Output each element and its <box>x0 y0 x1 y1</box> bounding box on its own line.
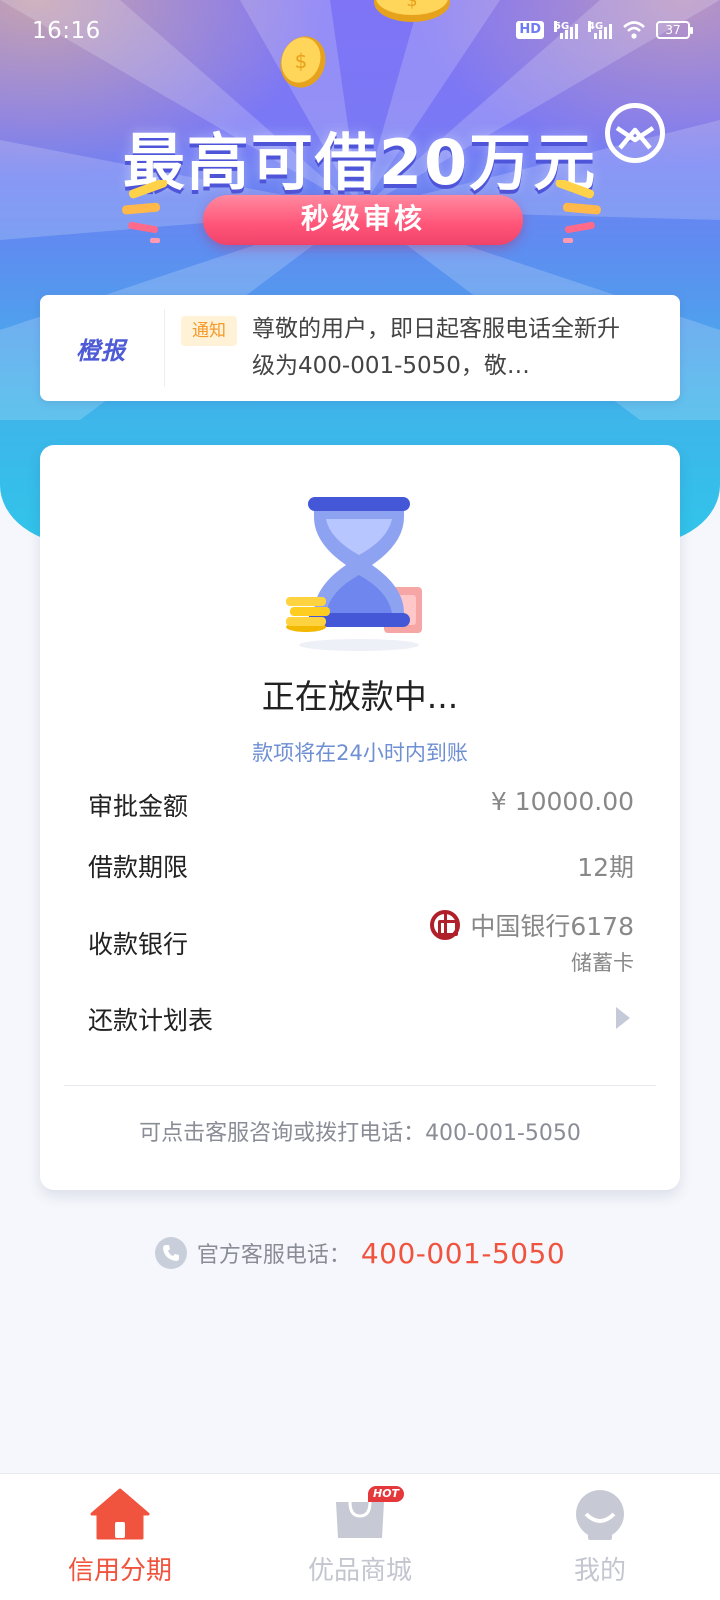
bottom-nav: 信用分期 HOT 优品商城 我的 <box>0 1473 720 1600</box>
nav-premium-mall[interactable]: HOT 优品商城 <box>240 1474 480 1600</box>
svg-text:$: $ <box>406 0 417 11</box>
bank-of-china-icon <box>430 910 461 940</box>
chevron-right-icon <box>616 1007 630 1029</box>
approved-amount-value: ¥ 10000.00 <box>490 787 634 816</box>
approved-amount-row: 审批金额 ¥ 10000.00 <box>88 787 634 827</box>
notice-divider <box>164 309 165 387</box>
signal-4g-icon: 4G <box>588 21 612 39</box>
loan-status-subtitle: 款项将在24小时内到账 <box>252 741 468 765</box>
card-divider <box>64 1085 656 1086</box>
coin-icon: $ <box>280 36 326 88</box>
loan-term-label: 借款期限 <box>88 853 189 882</box>
receiving-bank-row: 收款银行 中国银行6178 储蓄卡 <box>88 907 634 987</box>
home-icon <box>90 1488 150 1540</box>
notice-banner[interactable]: 橙报 通知 尊敬的用户，即日起客服电话全新升级为400-001-5050，敬… <box>40 295 680 401</box>
repayment-plan-label: 还款计划表 <box>88 1006 214 1035</box>
receiving-bank-label: 收款银行 <box>88 930 189 959</box>
profile-icon <box>576 1490 624 1540</box>
hourglass-icon <box>286 497 422 651</box>
nav-my-profile[interactable]: 我的 <box>480 1474 720 1600</box>
hot-badge: HOT <box>368 1486 405 1502</box>
hotline-number[interactable]: 400-001-5050 <box>361 1237 565 1270</box>
confetti-right <box>555 180 601 243</box>
nav-label: 信用分期 <box>67 1556 172 1586</box>
notice-tag: 通知 <box>181 316 237 346</box>
svg-text:$: $ <box>295 49 308 73</box>
hotline-label: 官方客服电话： <box>196 1243 351 1268</box>
status-bar: 16:16 HD 5G 4G 37 <box>0 0 720 66</box>
battery-icon: 37 <box>656 21 693 39</box>
wifi-icon <box>623 21 645 39</box>
loan-term-value: 12期 <box>577 853 634 882</box>
loan-status-card: 正在放款中... 款项将在24小时内到账 审批金额 ¥ 10000.00 借款期… <box>40 445 680 1190</box>
status-icons: HD 5G 4G 37 <box>516 20 693 40</box>
status-time: 16:16 <box>32 18 101 44</box>
nav-label: 优品商城 <box>307 1556 412 1586</box>
signal-5g-icon: 5G <box>554 21 578 39</box>
notice-brand-logo: 橙报 <box>76 337 126 365</box>
hd-icon: HD <box>516 21 544 39</box>
confetti-left <box>122 180 168 243</box>
nav-label: 我的 <box>573 1556 626 1586</box>
nav-credit-installment[interactable]: 信用分期 <box>0 1474 240 1600</box>
official-hotline[interactable]: 官方客服电话： 400-001-5050 <box>0 1233 720 1273</box>
bank-card-type: 储蓄卡 <box>571 951 634 975</box>
speed-review-pill: 秒级审核 <box>203 195 523 245</box>
support-contact-hint[interactable]: 可点击客服咨询或拨打电话：400-001-5050 <box>40 1115 680 1147</box>
bank-name: 中国银行6178 <box>470 912 634 941</box>
coin-icon: $ <box>374 0 450 22</box>
repayment-plan-row[interactable]: 还款计划表 <box>88 1001 634 1041</box>
phone-icon <box>154 1237 187 1269</box>
receiving-bank-value: 中国银行6178 <box>430 907 634 943</box>
loan-status-title: 正在放款中... <box>261 677 459 716</box>
loan-term-row: 借款期限 12期 <box>88 848 634 888</box>
approved-amount-label: 审批金额 <box>88 792 189 821</box>
envelope-circle-logo-icon[interactable] <box>605 103 665 163</box>
notice-text[interactable]: 尊敬的用户，即日起客服电话全新升级为400-001-5050，敬… <box>252 311 632 385</box>
